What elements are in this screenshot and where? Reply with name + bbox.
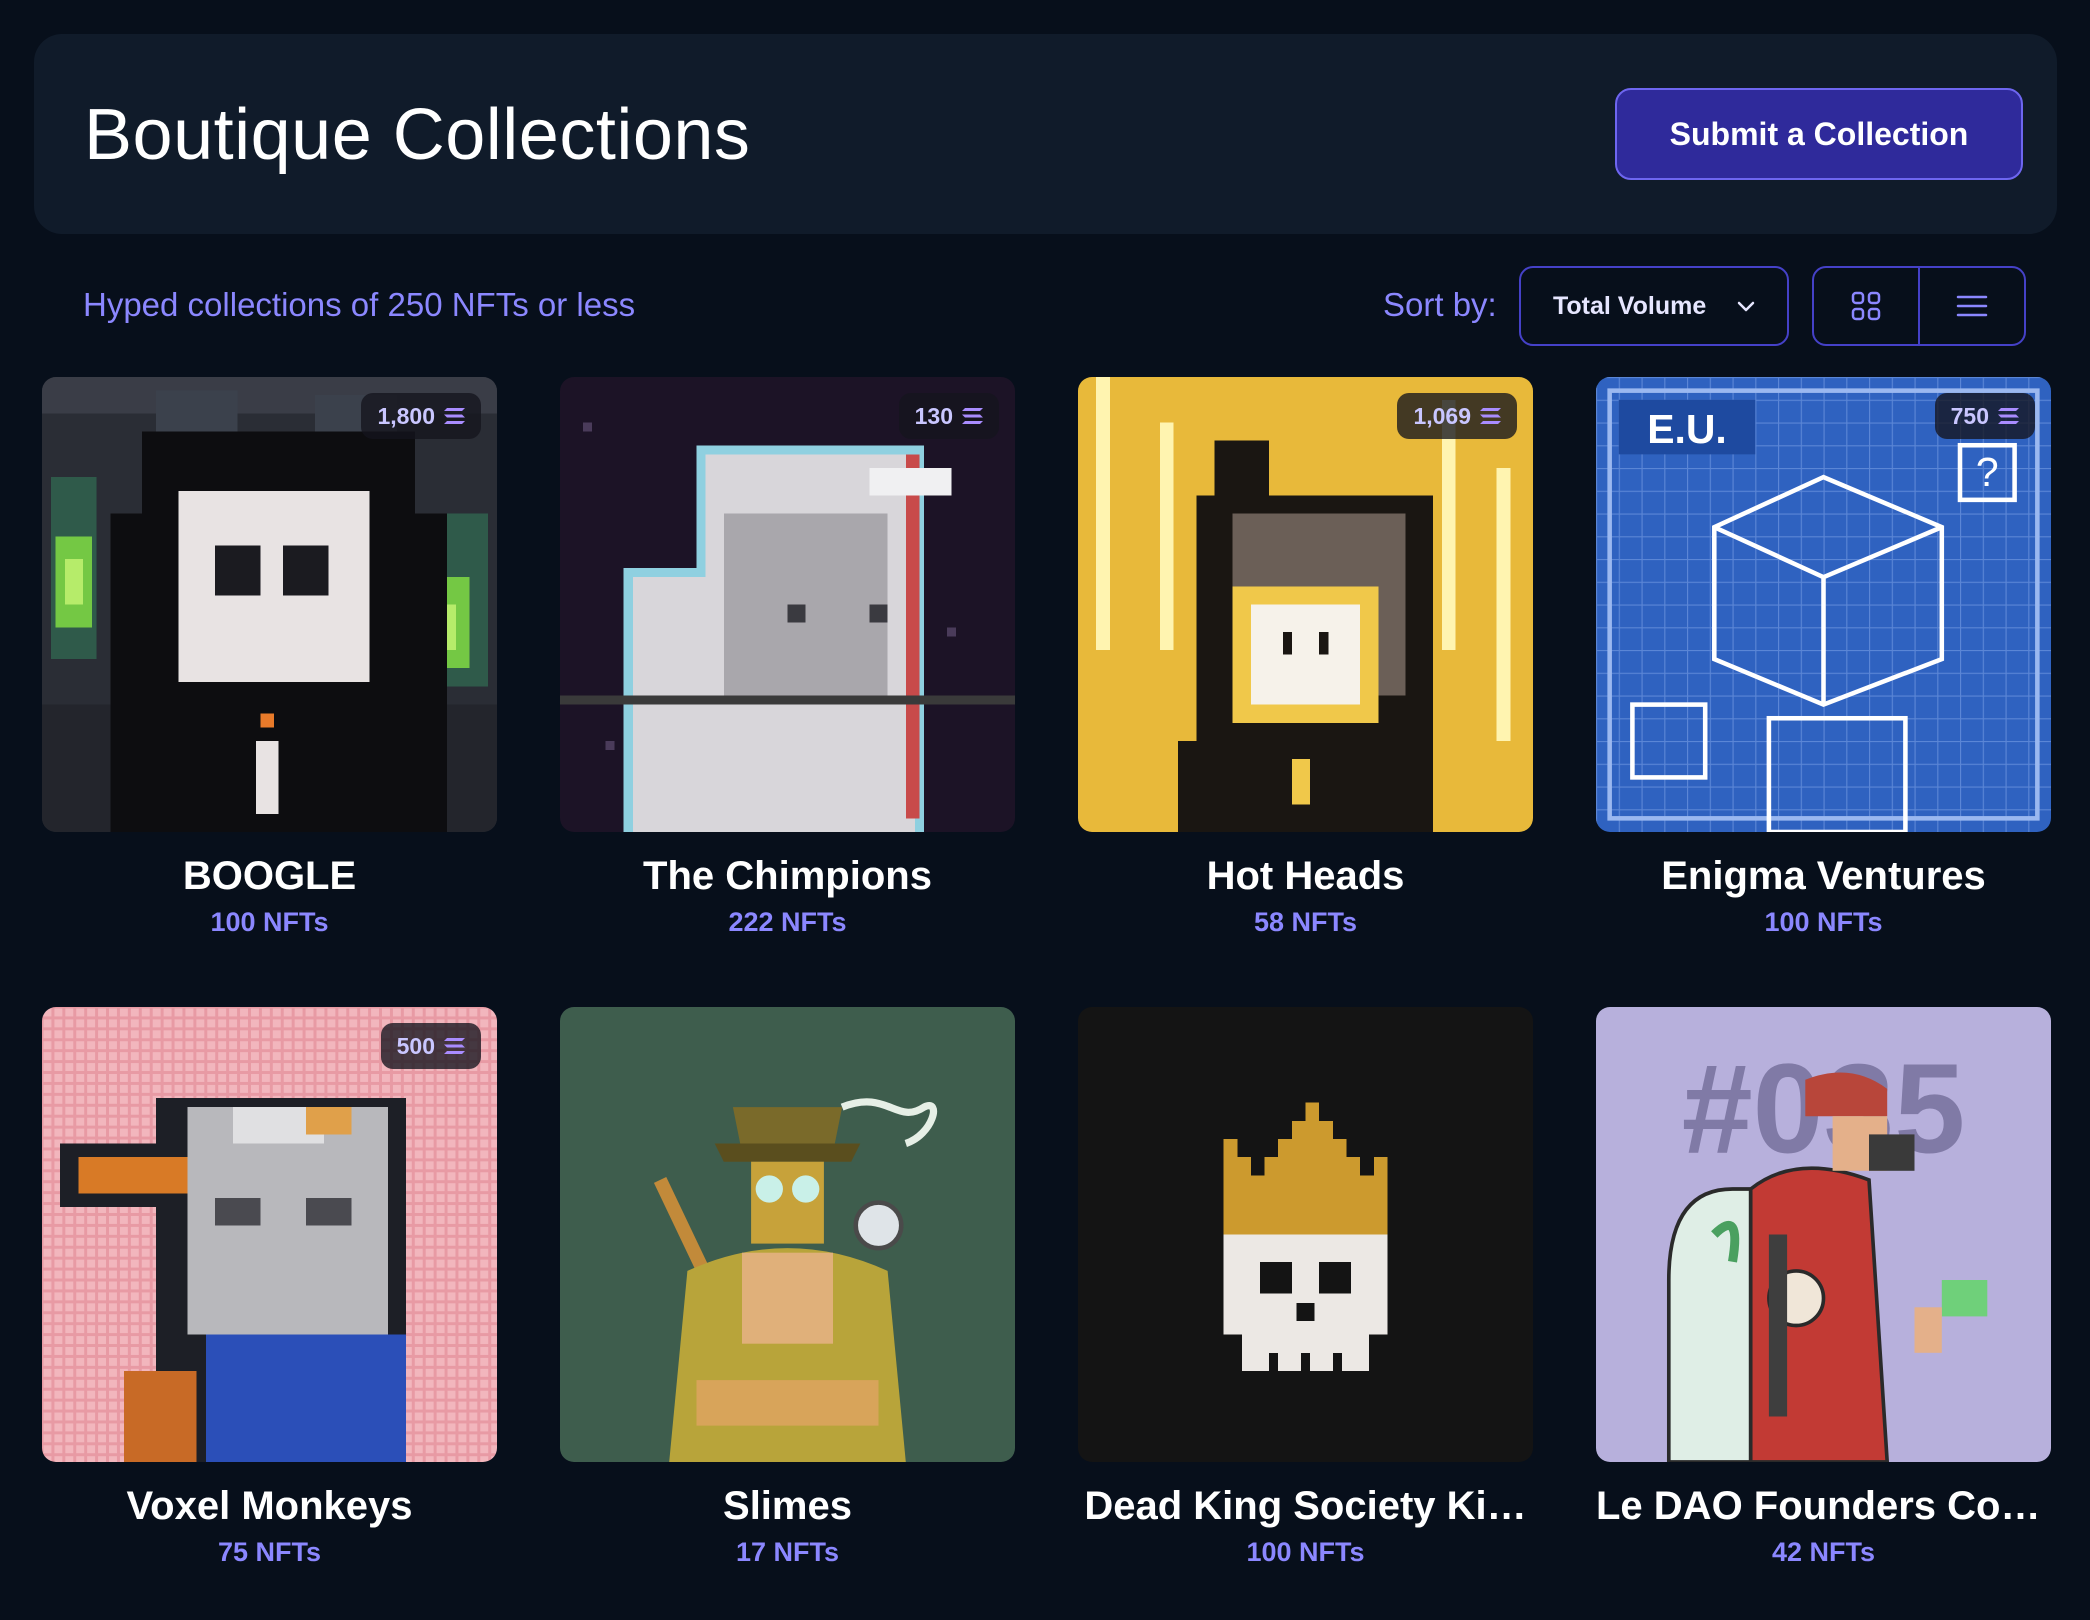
sort-dropdown[interactable]: Total Volume — [1519, 266, 1789, 346]
collection-name: Dead King Society Ki… — [1084, 1484, 1527, 1528]
sort-value: Total Volume — [1553, 291, 1707, 320]
volume-value: 1,069 — [1413, 402, 1471, 429]
collection-count: 100 NFTs — [1246, 1537, 1365, 1567]
volume-value: 750 — [1950, 402, 1989, 429]
collection-count: 100 NFTs — [210, 907, 329, 937]
volume-badge: 1,800 — [361, 393, 481, 439]
collection-count: 42 NFTs — [1771, 1537, 1876, 1567]
list-view-button[interactable] — [1918, 268, 2024, 344]
collection-name: Le DAO Founders Coll… — [1596, 1484, 2051, 1528]
collection-count: 17 NFTs — [735, 1537, 840, 1567]
collection-count: 58 NFTs — [1253, 907, 1358, 937]
collection-card[interactable]: 130 The Chimpions 222 NFTs — [560, 377, 1015, 938]
volume-badge: 750 — [1934, 393, 2035, 439]
page-header: Boutique Collections Submit a Collection — [34, 34, 2057, 234]
grid-view-button[interactable] — [1814, 268, 1918, 344]
volume-badge: 130 — [898, 393, 999, 439]
chevron-down-icon — [1737, 301, 1755, 312]
collection-count: 100 NFTs — [1764, 907, 1883, 937]
submit-collection-button[interactable]: Submit a Collection — [1615, 88, 2023, 180]
collection-name: Enigma Ventures — [1661, 854, 1986, 898]
volume-value: 1,800 — [377, 402, 435, 429]
volume-value: 500 — [396, 1032, 435, 1059]
collection-image — [1078, 1007, 1533, 1462]
collection-image — [560, 1007, 1015, 1462]
collection-image: 500 — [42, 1007, 497, 1462]
collection-name: The Chimpions — [643, 854, 932, 898]
collection-card[interactable]: Slimes 17 NFTs — [560, 1007, 1015, 1568]
collection-card[interactable]: 500 Voxel Monkeys 75 NFTs — [42, 1007, 497, 1568]
solana-icon — [444, 1038, 465, 1054]
collection-card[interactable]: Dead King Society Ki… 100 NFTs — [1078, 1007, 1533, 1568]
collection-card[interactable]: #035 Le DAO Founders Coll… 42 NFTs — [1596, 1007, 2051, 1568]
list-icon — [1956, 295, 1988, 317]
collection-card[interactable]: E.U. ? 750 Enigma Ventures 100 NFTs — [1596, 377, 2051, 938]
collection-name: Hot Heads — [1206, 854, 1405, 898]
grid-icon — [1851, 291, 1881, 321]
collection-count: 75 NFTs — [217, 1537, 322, 1567]
volume-value: 130 — [914, 402, 953, 429]
page-title: Boutique Collections — [84, 95, 751, 175]
volume-badge: 500 — [380, 1023, 481, 1069]
solana-icon — [1480, 408, 1501, 424]
collection-image: 1,069 — [1078, 377, 1533, 832]
volume-badge: 1,069 — [1397, 393, 1517, 439]
collection-image: E.U. ? 750 — [1596, 377, 2051, 832]
view-toggle — [1812, 266, 2026, 346]
collection-name: Slimes — [723, 1484, 852, 1528]
page-subtitle: Hyped collections of 250 NFTs or less — [83, 286, 636, 323]
collection-name: BOOGLE — [182, 854, 357, 898]
collection-image: #035 — [1596, 1007, 2051, 1462]
enigma-tag: E.U. — [1647, 406, 1727, 452]
solana-icon — [1998, 408, 2019, 424]
collection-card[interactable]: 1,800 BOOGLE 100 NFTs — [42, 377, 497, 938]
collection-card[interactable]: 1,069 Hot Heads 58 NFTs — [1078, 377, 1533, 938]
sort-label: Sort by: — [1383, 286, 1497, 323]
enigma-question-mark: ? — [1976, 449, 1999, 495]
solana-icon — [444, 408, 465, 424]
collection-name: Voxel Monkeys — [126, 1484, 413, 1528]
collection-count: 222 NFTs — [728, 907, 847, 937]
solana-icon — [962, 408, 983, 424]
collection-image: 1,800 — [42, 377, 497, 832]
collection-image: 130 — [560, 377, 1015, 832]
